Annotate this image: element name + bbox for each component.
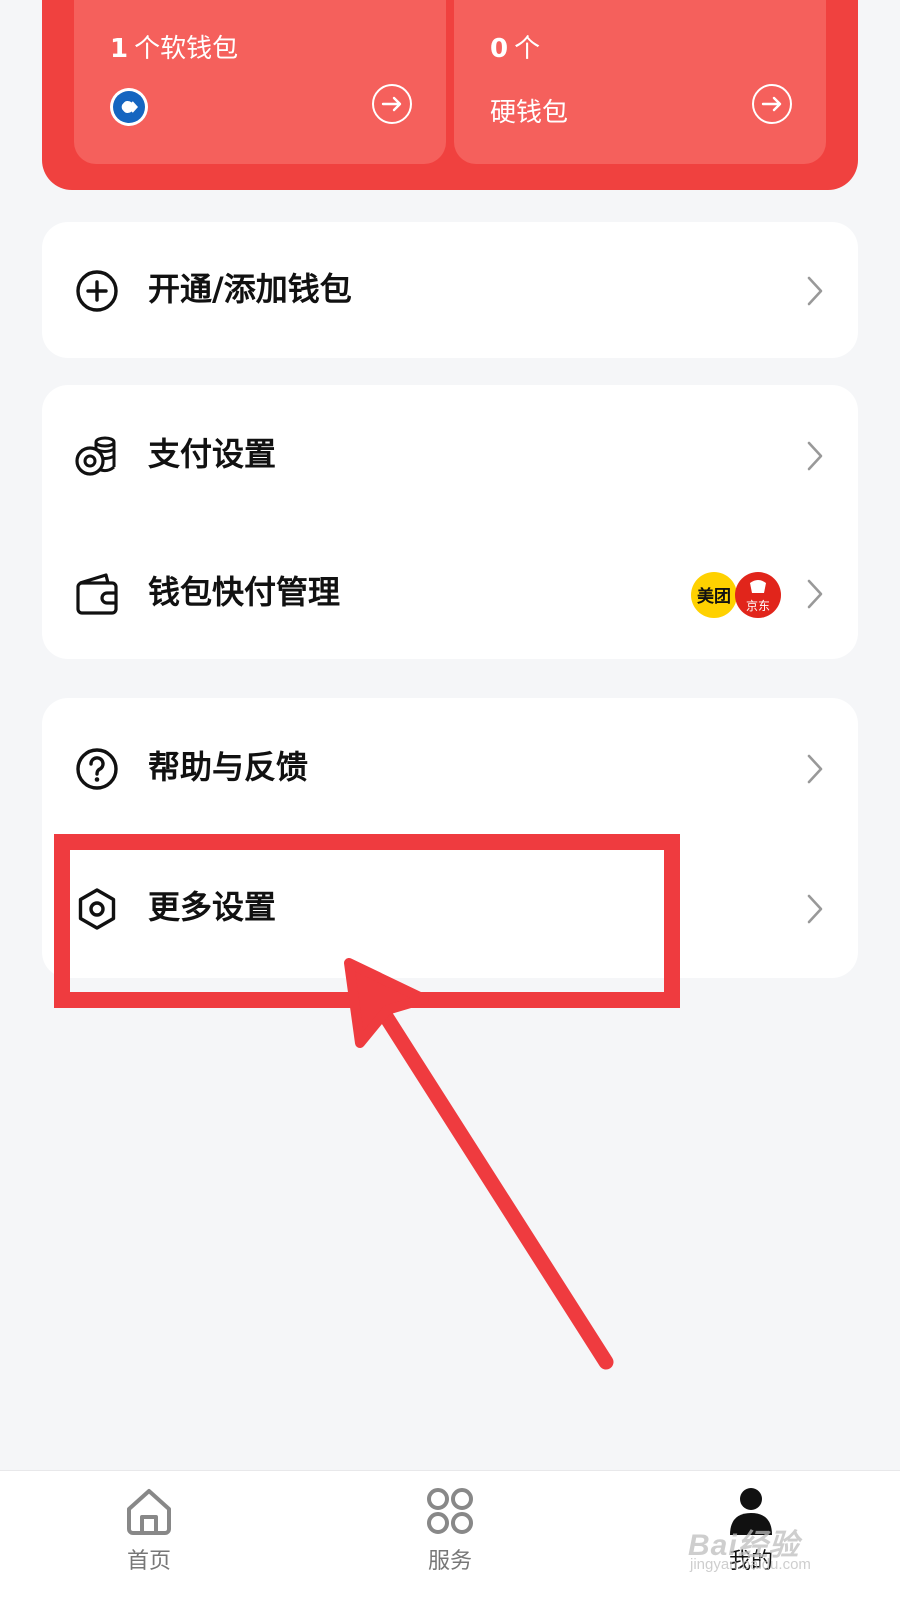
tab-services[interactable]: 服务 [375, 1485, 525, 1585]
soft-wallet-number: 1 [110, 34, 129, 64]
add-circle-icon [76, 270, 118, 312]
bank-logo-icon [110, 88, 148, 126]
soft-wallet-count: 1 个软钱包 [110, 28, 238, 65]
tab-home[interactable]: 首页 [74, 1485, 224, 1585]
chevron-right-icon [807, 441, 823, 471]
partner-logos: 美团 京东 [691, 572, 781, 618]
wallet-icon [76, 573, 118, 615]
hard-wallet-count: 0个 [490, 28, 540, 65]
menu-item-label: 支付设置 [148, 435, 277, 473]
menu-item-label: 帮助与反馈 [148, 748, 309, 786]
menu-item-add-wallet[interactable]: 开通/添加钱包 [42, 220, 858, 360]
soft-wallet-tile[interactable]: 1 个软钱包 [74, 0, 446, 164]
hard-wallet-tile[interactable]: 0个 硬钱包 [454, 0, 826, 164]
menu-item-label: 钱包快付管理 [148, 573, 341, 611]
hard-wallet-unit: 个 [514, 34, 541, 64]
menu-item-payment-settings[interactable]: 支付设置 [42, 385, 858, 525]
grid-icon [427, 1488, 473, 1534]
jd-logo-text: 京东 [746, 599, 770, 613]
help-icon [76, 748, 118, 790]
tab-label: 服务 [427, 1549, 472, 1574]
hard-wallet-arrow-icon[interactable] [752, 84, 792, 124]
baidu-jingyan-watermark: Bai经验 jingyan.baidu.com [688, 1520, 888, 1580]
watermark-url: jingyan.baidu.com [690, 1556, 811, 1573]
menu-item-help-feedback[interactable]: 帮助与反馈 [42, 698, 858, 838]
chevron-right-icon [807, 894, 823, 924]
hard-wallet-label: 硬钱包 [490, 98, 569, 128]
chevron-right-icon [807, 579, 823, 609]
menu-item-quick-pay[interactable]: 钱包快付管理 美团 京东 [42, 523, 858, 663]
menu-item-label: 开通/添加钱包 [148, 270, 352, 308]
coins-icon [75, 436, 116, 476]
tab-label: 首页 [126, 1549, 171, 1574]
meituan-logo-text: 美团 [697, 586, 731, 607]
annotation-highlight-box [54, 834, 680, 1008]
soft-wallet-label: 个软钱包 [134, 34, 239, 64]
soft-wallet-arrow-icon[interactable] [372, 84, 412, 124]
home-icon [127, 1489, 171, 1535]
hard-wallet-number: 0 [490, 34, 509, 64]
chevron-right-icon [807, 754, 823, 784]
chevron-right-icon [807, 276, 823, 306]
wallet-summary-card: 1 个软钱包 0个 硬钱包 [42, 0, 858, 190]
menu-card-add-wallet: 开通/添加钱包 [42, 222, 858, 358]
menu-card-payment: 支付设置 钱包快付管理 美团 京东 [42, 385, 858, 659]
